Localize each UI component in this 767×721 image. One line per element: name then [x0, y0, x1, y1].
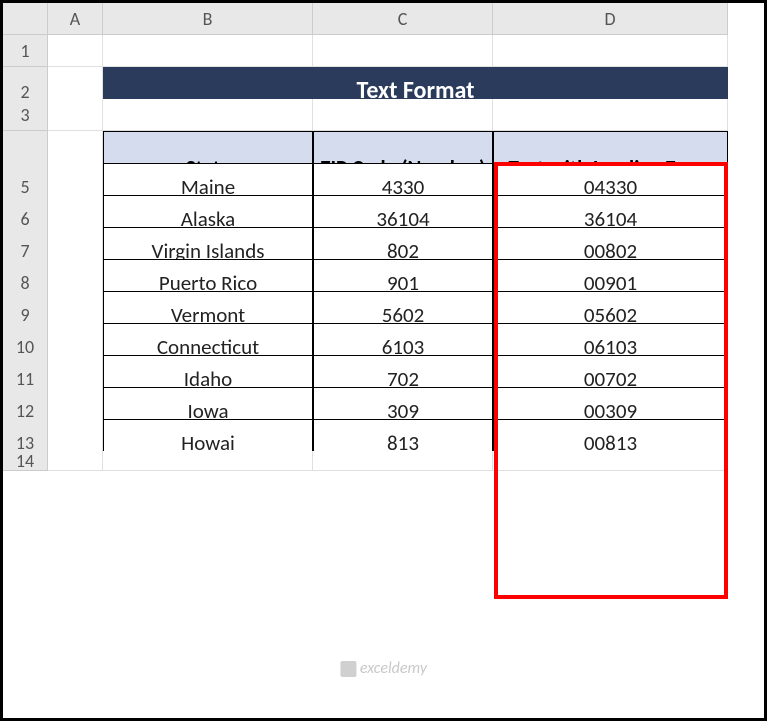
select-all-corner[interactable] — [3, 3, 48, 35]
watermark-text: exceldemy — [360, 659, 427, 678]
cell-b3[interactable] — [103, 99, 313, 131]
cell-b1[interactable] — [103, 35, 313, 67]
cell-c3[interactable] — [313, 99, 493, 131]
row-header-1[interactable]: 1 — [3, 35, 48, 67]
cell-c1[interactable] — [313, 35, 493, 67]
col-header-a[interactable]: A — [48, 3, 103, 35]
col-header-d[interactable]: D — [493, 3, 728, 35]
cell-a14[interactable] — [48, 451, 103, 471]
col-header-c[interactable]: C — [313, 3, 493, 35]
spreadsheet-grid: A B C D 1 2 Text Format 3 4 State ZIP Co… — [3, 3, 764, 483]
row-header-3[interactable]: 3 — [3, 99, 48, 131]
cell-d1[interactable] — [493, 35, 728, 67]
watermark-icon — [340, 661, 356, 677]
row-header-14[interactable]: 14 — [3, 451, 48, 471]
cell-d3[interactable] — [493, 99, 728, 131]
watermark: exceldemy — [340, 659, 427, 678]
cell-d14[interactable] — [493, 451, 728, 471]
cell-a1[interactable] — [48, 35, 103, 67]
cell-a3[interactable] — [48, 99, 103, 131]
cell-b14[interactable] — [103, 451, 313, 471]
cell-c14[interactable] — [313, 451, 493, 471]
col-header-b[interactable]: B — [103, 3, 313, 35]
